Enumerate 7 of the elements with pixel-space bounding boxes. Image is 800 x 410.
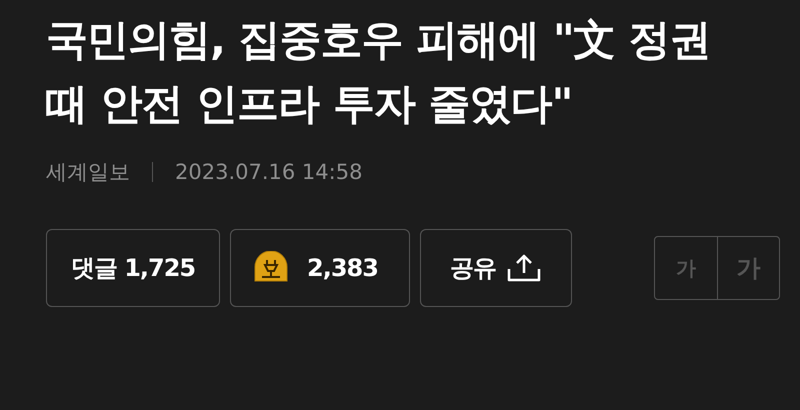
share-button[interactable]: 공유 bbox=[420, 229, 572, 307]
headline: 국민의힘, 집중호우 피해에 "文 정권 때 안전 인프라 투자 줄였다" bbox=[46, 14, 712, 130]
comments-button[interactable]: 댓글 1,725 bbox=[46, 229, 220, 307]
share-icon bbox=[506, 253, 542, 283]
news-source[interactable]: 세계일보 bbox=[46, 158, 130, 186]
publish-datetime: 2023.07.16 14:58 bbox=[175, 160, 362, 184]
reaction-button[interactable]: 2,383 bbox=[230, 229, 410, 307]
